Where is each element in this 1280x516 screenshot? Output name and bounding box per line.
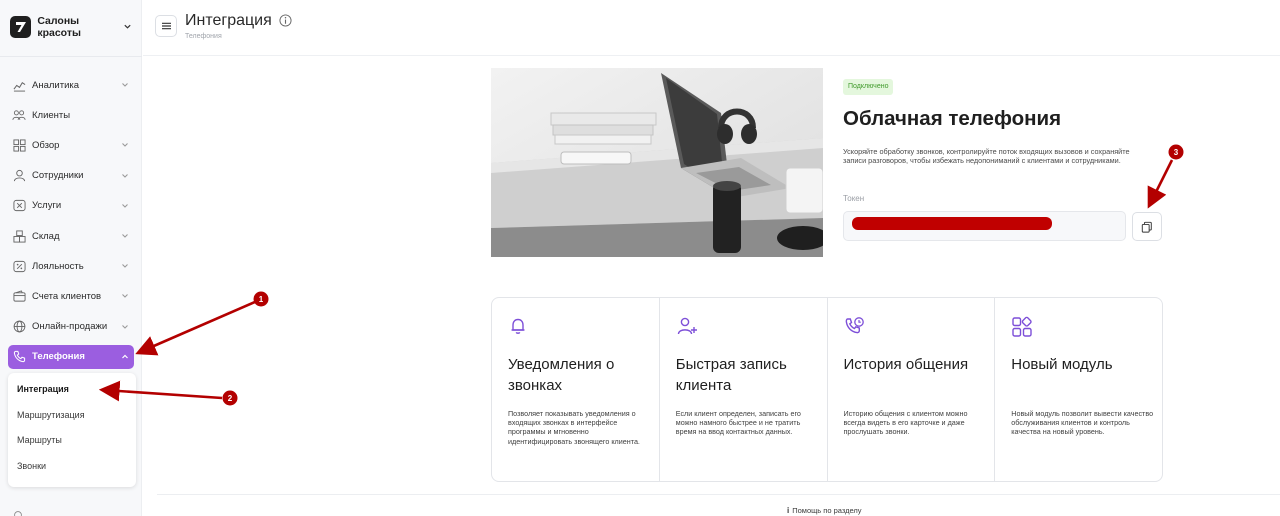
- sidebar-item-overview[interactable]: Обзор: [8, 130, 134, 160]
- card-title: Быстрая запись клиента: [675, 356, 787, 394]
- chevron-down-icon: [122, 173, 128, 178]
- annotation-arrow-3: [1147, 159, 1174, 209]
- feature-card-history: История общения Историю общения с клиент…: [828, 298, 996, 481]
- sidebar-item-label: Телефония: [32, 351, 85, 363]
- sidebar-item-loyalty[interactable]: Лояльность: [8, 251, 134, 281]
- annotation-marker-3: [1168, 144, 1184, 160]
- feature-card-notifications: Уведомления о звонках Позволяет показыва…: [492, 298, 660, 481]
- warehouse-icon: [12, 229, 26, 243]
- phone-icon: [12, 350, 26, 364]
- sidebar-item-label: Клиенты: [32, 109, 71, 121]
- telephony-submenu: Интеграция Маршрутизация Маршруты Звонки: [8, 373, 136, 487]
- chevron-up-icon: [122, 354, 128, 359]
- chevron-down-icon: [123, 18, 132, 36]
- chevron-down-icon: [122, 143, 128, 148]
- sidebar-item-label: Лояльность: [32, 260, 84, 272]
- token-field[interactable]: [843, 211, 1126, 241]
- page-footer: i Помощь по разделу: [157, 494, 1280, 516]
- sidebar-item-label: Склад: [32, 230, 60, 242]
- card-description: Позволяет показывать уведомления о входя…: [508, 409, 640, 446]
- sidebar-item-label: Сотрудники: [32, 170, 84, 182]
- help-link[interactable]: i Помощь по разделу: [787, 506, 862, 515]
- clients-icon: [12, 108, 26, 122]
- chevron-down-icon: [122, 264, 128, 268]
- modules-icon: [1011, 316, 1033, 343]
- integration-title: Облачная телефония: [843, 107, 1062, 130]
- services-icon: [12, 199, 26, 213]
- annotation-marker-2: [222, 390, 238, 406]
- page-header: Интеграция Телефония: [143, 0, 1280, 56]
- sidebar-item-label: Онлайн-продажи: [32, 321, 108, 333]
- copy-icon: [1141, 221, 1152, 233]
- annotation-arrow-1: [135, 300, 256, 356]
- sidebar-divider: [0, 56, 142, 57]
- sidebar-item-label: Услуги: [32, 200, 62, 212]
- card-title: Новый модуль: [1011, 356, 1113, 373]
- sidebar: Салоны красоты Аналитика Клиенты Обзор С…: [0, 0, 142, 516]
- submenu-item-calls[interactable]: Звонки: [8, 453, 136, 479]
- sidebar-item-telephony[interactable]: Телефония: [8, 344, 134, 369]
- sidebar-item-client-accounts[interactable]: Счета клиентов: [8, 281, 134, 311]
- wallet-icon: [12, 289, 26, 303]
- token-label: Токен: [843, 194, 865, 203]
- menu-toggle-button[interactable]: [155, 15, 177, 37]
- info-icon: i: [787, 506, 790, 515]
- loyalty-icon: [12, 259, 26, 273]
- chevron-down-icon: [122, 294, 128, 299]
- bell-icon: [508, 316, 528, 341]
- sidebar-item-clients[interactable]: Клиенты: [8, 100, 134, 130]
- chevron-down-icon: [122, 203, 128, 208]
- annotation-number-2: 2: [228, 394, 233, 403]
- feature-cards: Уведомления о звонках Позволяет показыва…: [491, 297, 1163, 482]
- brand-logo: [10, 16, 32, 38]
- submenu-item-routes[interactable]: Маршруты: [8, 427, 136, 453]
- token-redaction: [852, 217, 1052, 230]
- sidebar-item-online-sales[interactable]: Онлайн-продажи: [8, 312, 134, 342]
- hero-image: [491, 68, 823, 257]
- card-description: Историю общения с клиентом можно всегда …: [843, 409, 968, 437]
- settings-icon[interactable]: [12, 508, 24, 516]
- sidebar-item-staff[interactable]: Сотрудники: [8, 161, 134, 191]
- info-icon[interactable]: [279, 14, 292, 32]
- org-switcher[interactable]: Салоны красоты: [10, 14, 132, 40]
- feature-card-new-module: Новый модуль Новый модуль позволит вывес…: [995, 298, 1162, 481]
- submenu-item-routing[interactable]: Маршрутизация: [8, 402, 136, 428]
- globe-icon: [12, 320, 26, 334]
- submenu-item-integration[interactable]: Интеграция: [8, 376, 136, 402]
- analytics-icon: [12, 78, 26, 92]
- sidebar-item-services[interactable]: Услуги: [8, 191, 134, 221]
- hamburger-icon: [161, 22, 171, 30]
- copy-token-button[interactable]: [1132, 212, 1162, 241]
- card-title: Уведомления о звонках: [508, 356, 615, 394]
- help-label: Помощь по разделу: [792, 506, 862, 515]
- sidebar-nav: Аналитика Клиенты Обзор Сотрудники Услуг…: [8, 70, 134, 372]
- annotation-marker-1: [253, 291, 269, 307]
- page-title: Интеграция: [185, 12, 272, 29]
- card-description: Если клиент определен, записать его можн…: [675, 409, 801, 437]
- sidebar-item-label: Аналитика: [32, 79, 80, 91]
- card-title: История общения: [843, 356, 969, 373]
- chevron-down-icon: [122, 83, 128, 87]
- status-badge: Подключено: [843, 79, 894, 95]
- chevron-down-icon: [122, 234, 128, 238]
- integration-description: Ускоряйте обработку звонков, контролируй…: [843, 147, 1130, 165]
- sidebar-item-label: Обзор: [32, 139, 60, 151]
- staff-icon: [12, 169, 26, 183]
- annotation-number-1: 1: [259, 295, 264, 304]
- chevron-down-icon: [122, 324, 128, 329]
- org-name: Салоны красоты: [37, 15, 81, 39]
- breadcrumb[interactable]: Телефония: [185, 33, 222, 40]
- sidebar-item-label: Счета клиентов: [32, 290, 102, 302]
- phone-history-icon: [844, 316, 866, 341]
- user-plus-icon: [676, 316, 698, 341]
- overview-icon: [12, 138, 26, 152]
- feature-card-quick-booking: Быстрая запись клиента Если клиент опред…: [660, 298, 828, 481]
- card-description: Новый модуль позволит вывести качество о…: [1011, 409, 1154, 437]
- sidebar-item-warehouse[interactable]: Склад: [8, 221, 134, 251]
- sidebar-item-analytics[interactable]: Аналитика: [8, 70, 134, 100]
- annotation-number-3: 3: [1174, 148, 1179, 157]
